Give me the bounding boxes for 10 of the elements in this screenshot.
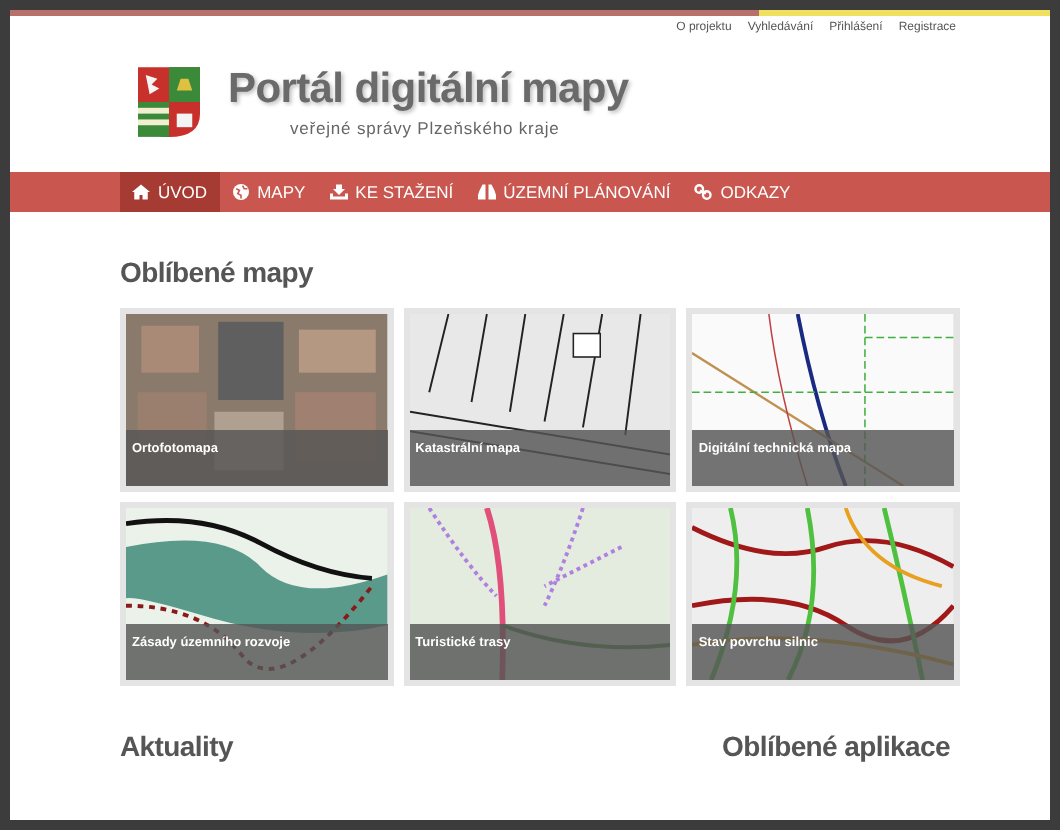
site-title: Portál digitální mapy [228,65,629,113]
nav-tab[interactable]: ODKAZY [682,172,803,212]
section-heading: Oblíbené aplikace [722,730,950,762]
nav-tab[interactable]: ÚVOD [120,172,220,212]
section-heading: Oblíbené mapy [120,256,316,288]
section-heading: Aktuality [120,730,233,762]
nav-tab[interactable]: KE STAŽENÍ [317,172,466,212]
site-subtitle: veřejné správy Plzeňského kraje [290,117,562,137]
nav-tab[interactable]: ÚZEMNÍ PLÁNOVÁNÍ [465,172,683,212]
nav-tab[interactable]: MAPY [219,172,318,212]
